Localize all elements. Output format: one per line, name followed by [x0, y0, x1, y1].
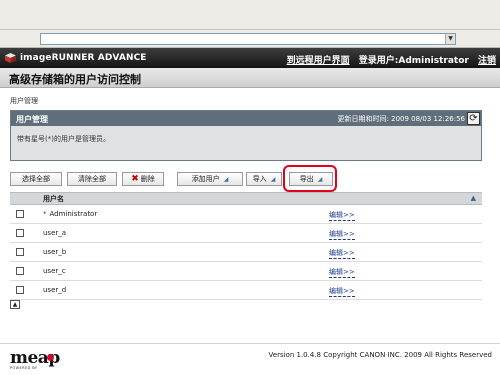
row-checkbox[interactable]	[16, 286, 24, 294]
last-updated: 更新日期和时间: 2009 08/03 12:26:56	[337, 115, 465, 123]
edit-link[interactable]: 编辑>>	[329, 248, 355, 259]
row-checkbox[interactable]	[16, 210, 24, 218]
select-all-button[interactable]: 选择全部	[10, 172, 62, 186]
title-bar: 高级存储箱的用户访问控制	[0, 68, 500, 88]
delete-button[interactable]: ✖ 删除	[122, 172, 164, 186]
clear-all-button[interactable]: 清除全部	[67, 172, 117, 186]
edit-link[interactable]: 编辑>>	[329, 229, 355, 240]
cube-logo-icon	[5, 53, 16, 63]
footer-divider	[0, 343, 500, 344]
refresh-icon[interactable]: ⟳	[467, 112, 480, 125]
import-button[interactable]: 导入 ◢	[246, 172, 282, 186]
edit-link[interactable]: 编辑>>	[329, 267, 355, 278]
logged-in-user: 登录用户:Administrator	[358, 56, 469, 66]
select-all-label: 选择全部	[22, 175, 50, 183]
table-row: user_c 编辑>>	[10, 262, 482, 281]
admin-note: 带有星号(*)的用户是管理员。	[17, 135, 110, 143]
edit-link[interactable]: 编辑>>	[329, 286, 355, 297]
meap-dot-icon	[47, 354, 54, 361]
edit-link[interactable]: 编辑>>	[329, 210, 355, 221]
page-title: 高级存储箱的用户访问控制	[9, 73, 141, 86]
row-checkbox[interactable]	[16, 229, 24, 237]
brand-bar: imageRUNNER ADVANCE 到远程用户界面 登录用户:Adminis…	[0, 48, 500, 68]
username: user_b	[43, 248, 67, 256]
meap-logo: meap POWERED BY	[10, 350, 60, 372]
copyright: Version 1.0.4.8 Copyright CANON INC. 200…	[268, 351, 492, 359]
panel-header: 用户管理 更新日期和时间: 2009 08/03 12:26:56 ⟳	[11, 111, 481, 126]
chevron-down-icon[interactable]: ▼	[445, 34, 455, 44]
address-select[interactable]: ▼	[40, 33, 456, 45]
logout-link[interactable]: 注销	[478, 56, 496, 66]
username: user_d	[43, 286, 67, 294]
row-checkbox[interactable]	[16, 248, 24, 256]
user-management-panel: 用户管理 更新日期和时间: 2009 08/03 12:26:56 ⟳ 带有星号…	[10, 110, 482, 161]
browser-toolbar-area	[0, 0, 500, 30]
remote-ui-link[interactable]: 到远程用户界面	[287, 56, 350, 66]
x-icon: ✖	[131, 174, 139, 184]
collapse-icon[interactable]: ▲	[10, 300, 20, 309]
table-row: * Administrator 编辑>>	[10, 205, 482, 224]
table-row: user_a 编辑>>	[10, 224, 482, 243]
breadcrumb: 用户管理	[10, 97, 38, 105]
product-name: imageRUNNER ADVANCE	[20, 53, 147, 63]
username: * Administrator	[43, 210, 97, 218]
add-user-label: 添加用户	[191, 175, 220, 183]
row-checkbox[interactable]	[16, 267, 24, 275]
sort-up-icon[interactable]: ▲	[471, 194, 476, 202]
panel-title: 用户管理	[16, 115, 48, 124]
add-user-button[interactable]: 添加用户 ◢	[177, 172, 243, 186]
import-label: 导入	[252, 175, 267, 183]
action-toolbar: 选择全部 清除全部 ✖ 删除 添加用户 ◢ 导入 ◢ 导出 ◢	[10, 172, 482, 186]
username-text: Administrator	[49, 210, 98, 218]
header-links: 到远程用户界面 登录用户:Administrator 注销	[281, 53, 496, 66]
export-highlight	[283, 165, 337, 192]
username: user_a	[43, 229, 67, 237]
dropdown-arrow-icon: ◢	[270, 176, 276, 183]
username-column-header[interactable]: 用户名	[43, 194, 64, 204]
user-table: 用户名 ▲ * Administrator 编辑>> user_a 编辑>> us…	[10, 192, 482, 300]
address-row: ▼	[0, 30, 500, 48]
table-row: user_b 编辑>>	[10, 243, 482, 262]
table-row: user_d 编辑>>	[10, 281, 482, 300]
clear-all-label: 清除全部	[78, 175, 106, 183]
table-header: 用户名 ▲	[10, 192, 482, 205]
dropdown-arrow-icon: ◢	[223, 176, 229, 183]
delete-label: 删除	[140, 175, 155, 183]
username: user_c	[43, 267, 66, 275]
admin-mark: *	[43, 210, 47, 218]
